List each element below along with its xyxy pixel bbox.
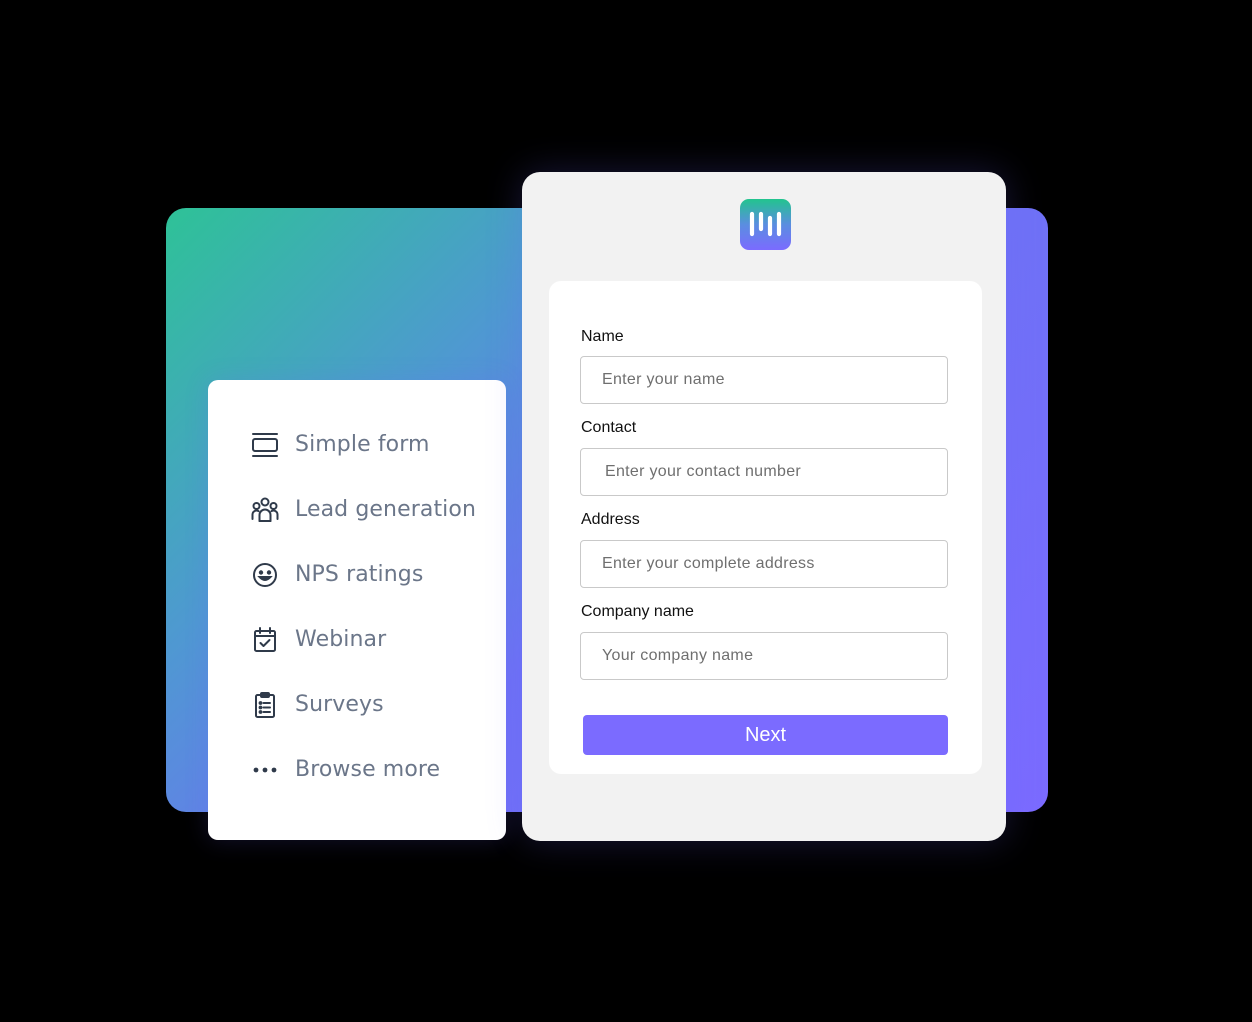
users-group-icon (250, 495, 280, 525)
menu-item-webinar[interactable]: Webinar (208, 607, 506, 672)
menu-item-label: Simple form (295, 432, 430, 457)
menu-item-label: Lead generation (295, 497, 476, 522)
menu-item-label: Surveys (295, 692, 384, 717)
menu-item-nps-ratings[interactable]: NPS ratings (208, 542, 506, 607)
more-dots-icon (250, 755, 280, 785)
menu-item-label: Webinar (295, 627, 387, 652)
menu-item-surveys[interactable]: Surveys (208, 672, 506, 737)
template-menu: Simple form Lead generation NPS ratings … (208, 380, 506, 840)
menu-item-simple-form[interactable]: Simple form (208, 412, 506, 477)
address-label: Address (581, 511, 640, 528)
brand-logo-icon (740, 199, 791, 250)
company-name-input[interactable] (580, 632, 948, 680)
simple-form-icon (250, 430, 280, 460)
menu-item-label: NPS ratings (295, 562, 424, 587)
smiley-icon (250, 560, 280, 590)
calendar-check-icon (250, 625, 280, 655)
company-name-label: Company name (581, 603, 694, 620)
address-input[interactable] (580, 540, 948, 588)
menu-item-browse-more[interactable]: Browse more (208, 737, 506, 802)
contact-label: Contact (581, 419, 637, 436)
contact-input[interactable] (580, 448, 948, 496)
name-input[interactable] (580, 356, 948, 404)
form-body: Name Contact Address Company name Next (549, 281, 982, 774)
menu-item-lead-generation[interactable]: Lead generation (208, 477, 506, 542)
next-button[interactable]: Next (583, 715, 948, 755)
clipboard-list-icon (250, 690, 280, 720)
form-preview-card: Name Contact Address Company name Next (522, 172, 1006, 841)
menu-item-label: Browse more (295, 757, 441, 782)
name-label: Name (581, 328, 624, 345)
